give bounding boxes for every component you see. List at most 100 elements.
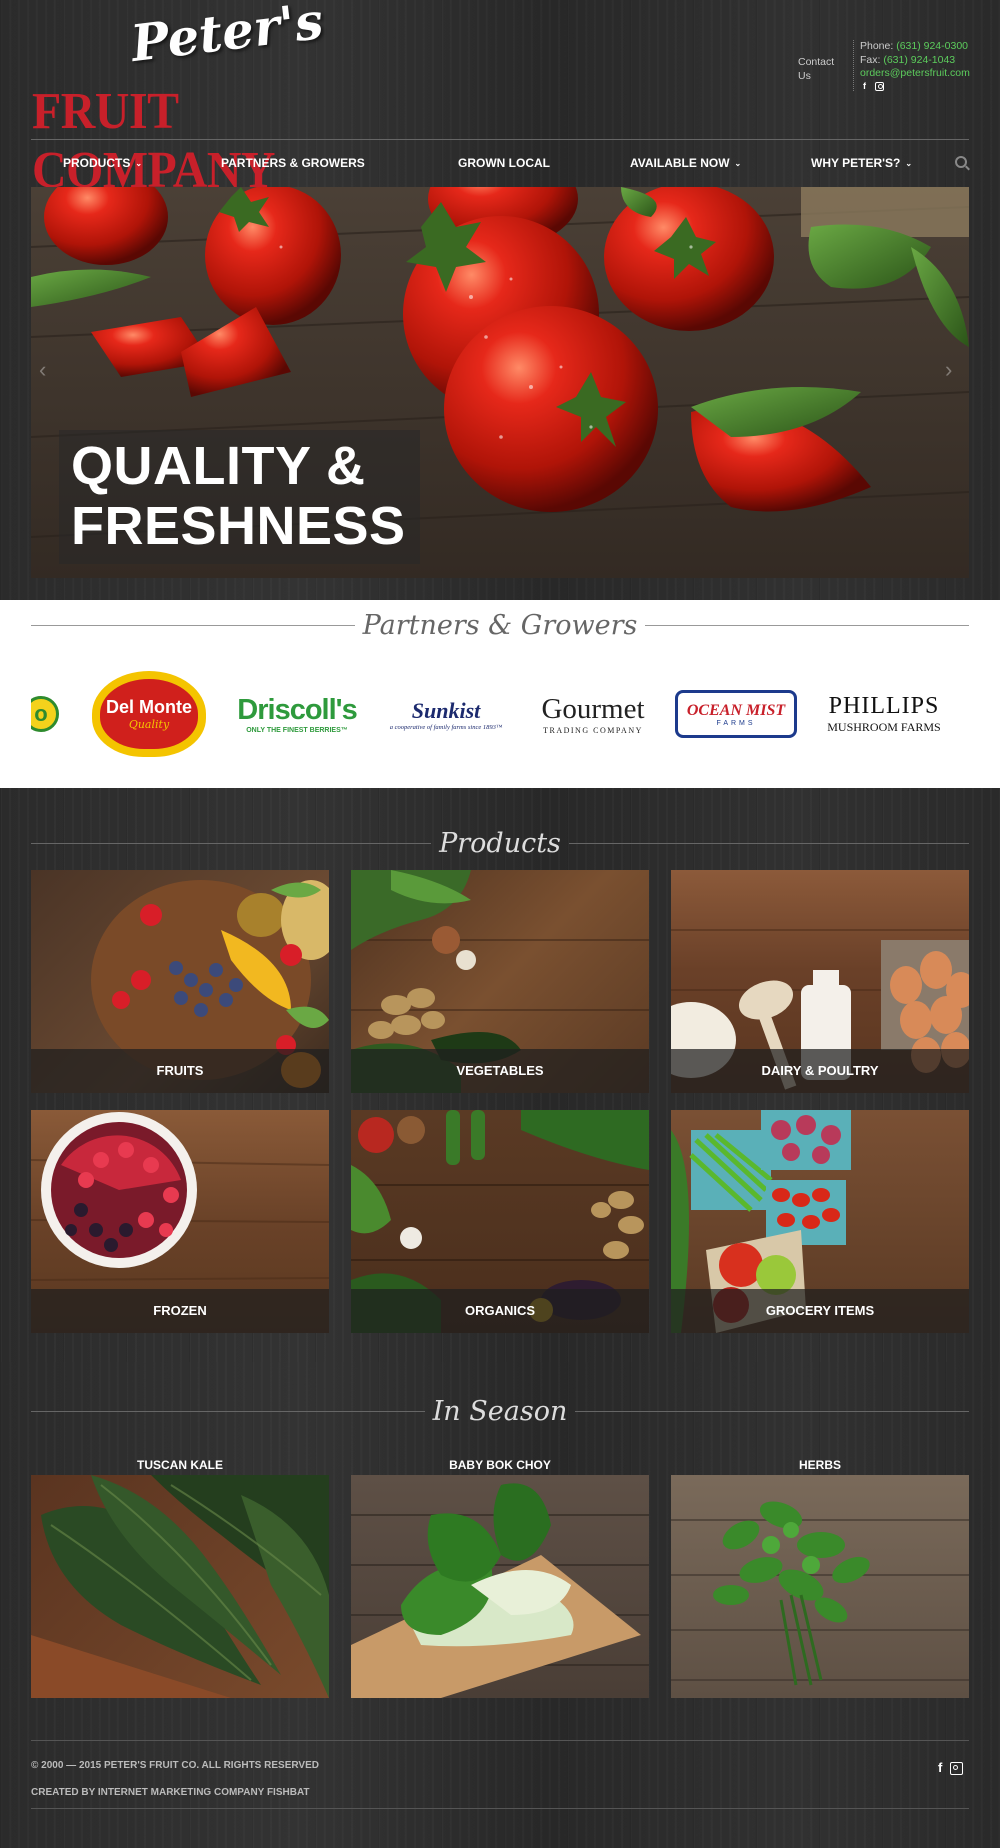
gourmet-sub: TRADING COMPANY bbox=[543, 726, 643, 735]
copyright-text: © 2000 — 2015 PETER'S FRUIT CO. ALL RIGH… bbox=[31, 1760, 319, 1771]
tile-label: GROCERY ITEMS bbox=[671, 1289, 969, 1333]
nav-item-partners-growers[interactable]: PARTNERS & GROWERS bbox=[221, 140, 365, 186]
hero-slider[interactable]: ‹ › QUALITY & FRESHNESS bbox=[31, 187, 969, 578]
product-tile-organics[interactable]: ORGANICS bbox=[351, 1110, 649, 1333]
sunkist-name: Sunkist bbox=[411, 697, 481, 723]
partner-logo-phillips[interactable]: PHILLIPS MUSHROOM FARMS bbox=[814, 666, 954, 762]
tile-label: FRUITS bbox=[31, 1049, 329, 1093]
ocean-mist-sub: FARMS bbox=[716, 719, 756, 727]
tile-label: ORGANICS bbox=[351, 1289, 649, 1333]
section-heading: In Season bbox=[31, 1396, 969, 1427]
product-tile-grocery-items[interactable]: GROCERY ITEMS bbox=[671, 1110, 969, 1333]
product-tile-vegetables[interactable]: VEGETABLES bbox=[351, 870, 649, 1093]
gourmet-name: Gourmet bbox=[541, 693, 645, 725]
season-image-baby-bok-choy[interactable] bbox=[351, 1475, 649, 1698]
nav-label: GROWN LOCAL bbox=[458, 156, 550, 170]
sunkist-sub: a cooperative of family farms since 1893… bbox=[389, 723, 503, 731]
partner-logo-driscolls[interactable]: Driscoll's ONLY THE FINEST BERRIES™ bbox=[227, 666, 367, 762]
divider bbox=[568, 843, 969, 844]
nav-item-grown-local[interactable]: GROWN LOCAL bbox=[458, 140, 550, 186]
del-monte-badge: Del Monte Quality bbox=[92, 671, 206, 757]
products-title: Products bbox=[439, 828, 561, 859]
del-monte-name: Del Monte bbox=[105, 697, 192, 717]
nav-label: PRODUCTS bbox=[63, 156, 131, 170]
footer-social-links: f bbox=[938, 1760, 964, 1775]
fax-label: Fax: bbox=[860, 53, 881, 66]
tile-label: DAIRY & POULTRY bbox=[671, 1049, 969, 1093]
chevron-down-icon: ⌄ bbox=[135, 159, 143, 168]
chevron-right-icon[interactable]: › bbox=[945, 357, 952, 383]
hero-headline-line2: FRESHNESS bbox=[71, 496, 406, 556]
main-nav: PRODUCTS ⌄ PARTNERS & GROWERS GROWN LOCAL… bbox=[31, 139, 969, 186]
logo-script-text: Peter's bbox=[127, 0, 327, 74]
partners-section: Partners & Growers o Del Monte Quality D… bbox=[0, 600, 1000, 788]
partner-logo-sunkist[interactable]: Sunkist a cooperative of family farms si… bbox=[383, 666, 509, 762]
product-tile-fruits[interactable]: FRUITS bbox=[31, 870, 329, 1093]
product-tile-frozen[interactable]: FROZEN bbox=[31, 1110, 329, 1333]
in-season-section: In Season TUSCAN KALE BABY BOK CHOY HERB… bbox=[0, 1362, 1000, 1740]
tuscan-kale-image bbox=[31, 1475, 329, 1698]
season-image-herbs[interactable] bbox=[671, 1475, 969, 1698]
divider bbox=[645, 625, 970, 626]
season-image-tuscan-kale[interactable] bbox=[31, 1475, 329, 1698]
nav-label: PARTNERS & GROWERS bbox=[221, 156, 365, 170]
herbs-image bbox=[671, 1501, 969, 1686]
del-monte-sub: Quality bbox=[128, 718, 170, 731]
divider bbox=[31, 1740, 969, 1741]
divider bbox=[31, 843, 432, 844]
season-item-title[interactable]: HERBS bbox=[671, 1458, 969, 1472]
partner-logo-gourmet[interactable]: Gourmet TRADING COMPANY bbox=[528, 666, 658, 762]
season-item-title[interactable]: BABY BOK CHOY bbox=[351, 1458, 649, 1472]
instagram-icon[interactable] bbox=[950, 1762, 964, 1775]
partners-title: Partners & Growers bbox=[362, 610, 638, 641]
season-item-title[interactable]: TUSCAN KALE bbox=[31, 1458, 329, 1472]
tile-label: FROZEN bbox=[31, 1289, 329, 1333]
products-section: Products FRUITS VEGETABLES DAIRY & POULT… bbox=[0, 788, 1000, 1362]
driscolls-name: Driscoll's bbox=[237, 694, 357, 726]
chevron-left-icon[interactable]: ‹ bbox=[39, 357, 46, 383]
phone-label: Phone: bbox=[860, 40, 894, 52]
nav-label: WHY PETER'S? bbox=[811, 156, 901, 170]
instagram-icon[interactable] bbox=[875, 81, 884, 91]
partner-logo-del-monte[interactable]: Del Monte Quality bbox=[89, 666, 209, 762]
baby-bok-choy-image bbox=[351, 1483, 649, 1698]
driscolls-sub: ONLY THE FINEST BERRIES™ bbox=[246, 727, 348, 734]
divider bbox=[31, 1808, 969, 1809]
partner-logo-text: o bbox=[31, 696, 59, 732]
hero-headline-line1: QUALITY & bbox=[71, 436, 366, 496]
section-heading: Partners & Growers bbox=[31, 610, 970, 641]
email-link[interactable]: orders@petersfruit.com bbox=[860, 67, 970, 79]
tile-label: VEGETABLES bbox=[351, 1049, 649, 1093]
search-icon[interactable] bbox=[955, 156, 967, 168]
phone-link[interactable]: (631) 924-0300 bbox=[896, 40, 968, 52]
facebook-icon[interactable]: f bbox=[860, 81, 869, 91]
divider bbox=[31, 1411, 425, 1412]
nav-item-why-peters[interactable]: WHY PETER'S? ⌄ bbox=[811, 140, 912, 186]
partner-logo-carousel[interactable]: o Del Monte Quality Driscoll's ONLY THE … bbox=[31, 666, 969, 762]
hero-caption: QUALITY & FRESHNESS bbox=[59, 430, 420, 564]
divider bbox=[575, 1411, 969, 1412]
fax-number: (631) 924-1043 bbox=[883, 53, 956, 66]
in-season-title: In Season bbox=[432, 1396, 568, 1427]
phillips-sub: MUSHROOM FARMS bbox=[827, 720, 941, 734]
site-logo[interactable]: Peter's FRUIT COMPANY bbox=[30, 0, 410, 199]
contact-us-link[interactable]: Contact Us bbox=[798, 56, 834, 83]
product-tile-dairy-poultry[interactable]: DAIRY & POULTRY bbox=[671, 870, 969, 1093]
chevron-down-icon: ⌄ bbox=[734, 159, 742, 168]
partner-logo-ocean-mist[interactable]: OCEAN MIST FARMS bbox=[673, 666, 799, 762]
facebook-icon[interactable]: f bbox=[938, 1760, 942, 1775]
nav-label: AVAILABLE NOW bbox=[630, 156, 730, 170]
ocean-mist-name: OCEAN MIST bbox=[686, 701, 786, 719]
section-heading: Products bbox=[31, 828, 969, 859]
partner-logo-partial[interactable]: o bbox=[31, 666, 63, 762]
del-monte-badge-inner: Del Monte Quality bbox=[100, 679, 198, 749]
phillips-name: PHILLIPS bbox=[828, 693, 940, 719]
nav-item-products[interactable]: PRODUCTS ⌄ bbox=[63, 140, 142, 186]
ocean-mist-badge: OCEAN MIST FARMS bbox=[675, 690, 797, 738]
chevron-down-icon: ⌄ bbox=[905, 159, 913, 168]
nav-item-available-now[interactable]: AVAILABLE NOW ⌄ bbox=[630, 140, 741, 186]
contact-details: Phone: (631) 924-0300 Fax: (631) 924-104… bbox=[853, 40, 1000, 91]
site-header: Peter's FRUIT COMPANY Contact Us Phone: … bbox=[0, 0, 1000, 600]
divider bbox=[31, 625, 355, 626]
credit-link[interactable]: CREATED BY INTERNET MARKETING COMPANY FI… bbox=[31, 1787, 310, 1798]
